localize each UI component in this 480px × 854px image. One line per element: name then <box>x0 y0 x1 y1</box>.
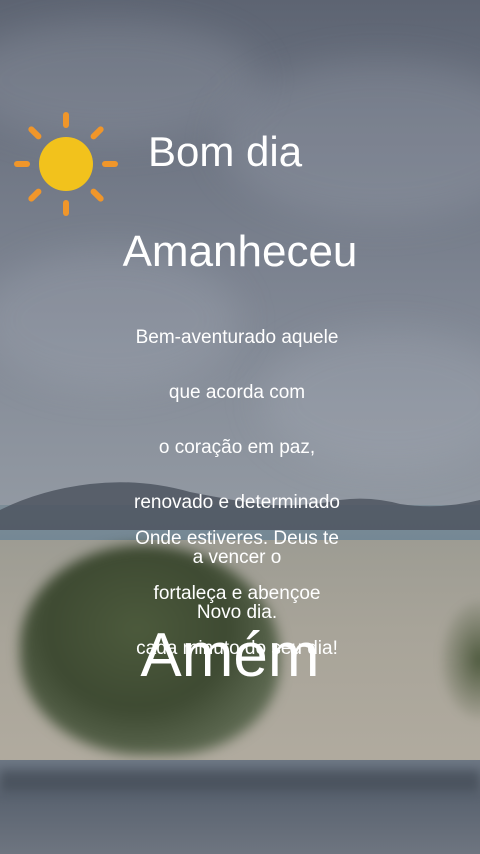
message-line: o coração em paz, <box>158 436 316 458</box>
closing-text: Amém <box>140 621 320 690</box>
title-text: Amanheceu <box>122 227 358 276</box>
blessing-line: Onde estiveres. Deus te <box>135 527 339 549</box>
water-reflection <box>0 770 480 792</box>
sun-icon <box>14 112 118 216</box>
message-line: Bem-aventurado aquele <box>135 326 339 348</box>
message-line: que acorda com <box>168 381 306 403</box>
greeting-text: Bom dia <box>148 128 303 175</box>
blessing-line: fortaleça e abençoe <box>153 582 321 604</box>
